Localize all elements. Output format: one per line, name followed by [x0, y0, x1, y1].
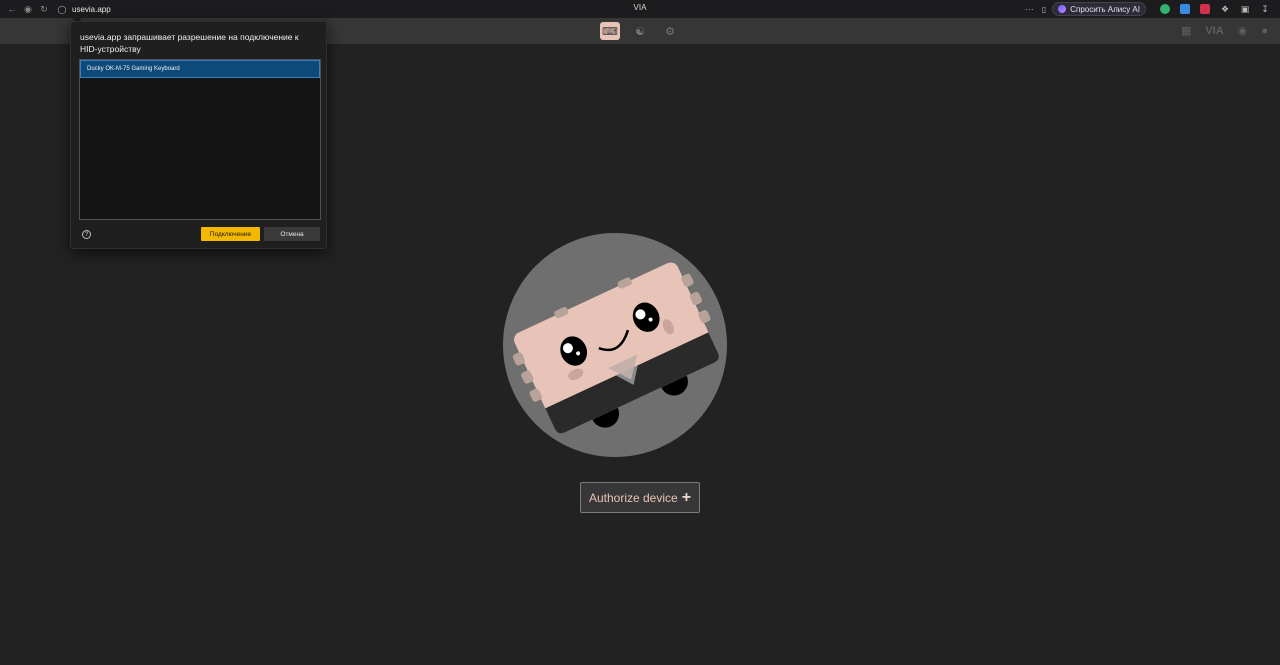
collections-icon[interactable]: ▣	[1240, 4, 1250, 14]
extension-red-icon[interactable]	[1200, 4, 1210, 14]
bookmark-icon[interactable]: ▯	[1042, 5, 1046, 14]
device-list[interactable]: Ducky OK-M-75 Gaming Keyboard	[79, 59, 321, 220]
via-logo[interactable]: VIA	[1205, 25, 1223, 37]
reload-icon[interactable]: ↻	[38, 3, 50, 15]
keyboard-mascot	[512, 262, 719, 434]
shield-icon[interactable]: ◯	[58, 5, 67, 14]
sync-icon[interactable]: ◉	[22, 3, 34, 15]
more-icon[interactable]: ···	[1025, 4, 1034, 14]
extensions-puzzle-icon[interactable]: ❖	[1220, 4, 1230, 14]
ask-alice-label: Спросить Алису AI	[1070, 4, 1140, 14]
cancel-button[interactable]: Отмена	[264, 227, 320, 241]
dialog-title: usevia.app запрашивает разрешение на под…	[80, 32, 299, 54]
extension-green-icon[interactable]	[1160, 4, 1170, 14]
keyboard-icon[interactable]: ⌨	[600, 22, 620, 40]
authorize-device-label: Authorize device	[588, 490, 678, 505]
address-bar[interactable]: ◯ usevia.app	[58, 5, 111, 14]
extension-blue-icon[interactable]	[1180, 4, 1190, 14]
design-icon[interactable]: ▦	[1181, 24, 1191, 37]
device-list-item[interactable]: Ducky OK-M-75 Gaming Keyboard	[80, 60, 320, 78]
connect-button[interactable]: Подключение	[201, 227, 260, 241]
browser-toolbar: ← ◉ ↻ ◯ usevia.app VIA ··· ▯ Спросить Ал…	[0, 0, 1280, 18]
discord-icon[interactable]: ◉	[1238, 24, 1248, 37]
plus-icon: +	[681, 488, 692, 506]
hid-permission-dialog: usevia.app запрашивает разрешение на под…	[70, 21, 327, 249]
settings-icon[interactable]: ⚙	[660, 22, 680, 40]
back-icon[interactable]: ←	[6, 3, 18, 15]
ask-alice-button[interactable]: Спросить Алису AI	[1052, 2, 1146, 16]
authorize-device-button[interactable]: Authorize device +	[580, 482, 700, 513]
download-icon[interactable]: ↧	[1260, 4, 1270, 14]
test-icon[interactable]: ☯	[630, 22, 650, 40]
url-text[interactable]: usevia.app	[72, 5, 111, 14]
help-icon[interactable]: ?	[82, 230, 91, 239]
github-icon[interactable]: ●	[1261, 25, 1268, 37]
alice-icon	[1058, 5, 1067, 13]
